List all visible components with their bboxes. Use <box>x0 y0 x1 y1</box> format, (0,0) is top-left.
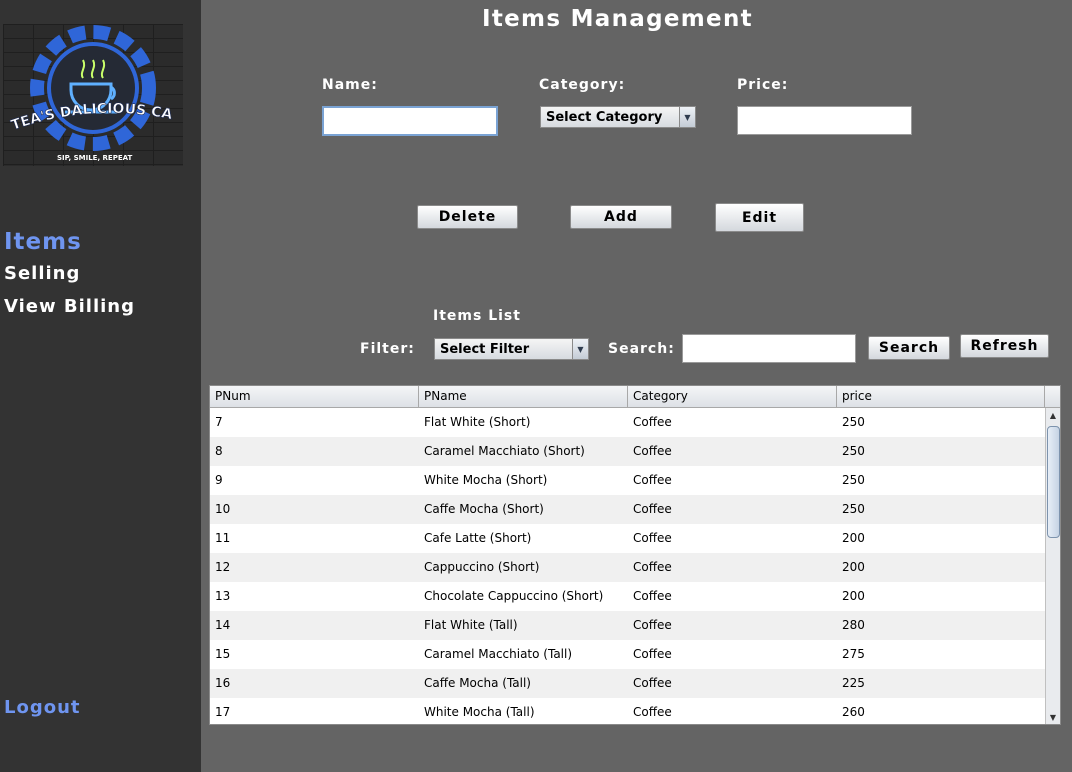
cell-pnum: 16 <box>215 676 231 690</box>
price-label: Price: <box>737 77 789 93</box>
search-input[interactable] <box>682 334 856 363</box>
cell-price: 200 <box>842 589 865 603</box>
items-table[interactable]: PNum PName Category price 7 Flat White (… <box>209 385 1061 725</box>
table-row[interactable]: 9 White Mocha (Short) Coffee 250 <box>210 466 1045 495</box>
cell-pnum: 12 <box>215 560 231 574</box>
cell-pname: Cappuccino (Short) <box>424 560 540 574</box>
refresh-button[interactable]: Refresh <box>960 334 1049 358</box>
cell-pnum: 7 <box>215 415 223 429</box>
cell-price: 200 <box>842 560 865 574</box>
table-row[interactable]: 10 Caffe Mocha (Short) Coffee 250 <box>210 495 1045 524</box>
nav-view-billing[interactable]: View Billing <box>4 296 135 317</box>
cell-pname: Caffe Mocha (Tall) <box>424 676 531 690</box>
page-title: Items Management <box>482 6 753 32</box>
cell-price: 275 <box>842 647 865 661</box>
nav-items[interactable]: Items <box>4 229 82 255</box>
name-input[interactable] <box>322 106 498 136</box>
search-button[interactable]: Search <box>868 336 950 360</box>
cell-pnum: 11 <box>215 531 231 545</box>
cell-category: Coffee <box>633 589 672 603</box>
table-header: PNum PName Category price <box>210 386 1060 408</box>
cell-price: 200 <box>842 531 865 545</box>
table-row[interactable]: 17 White Mocha (Tall) Coffee 260 <box>210 698 1045 724</box>
cell-category: Coffee <box>633 531 672 545</box>
filter-dropdown[interactable]: Select Filter ▼ <box>434 338 589 360</box>
nav-selling[interactable]: Selling <box>4 263 80 284</box>
cell-pname: White Mocha (Short) <box>424 473 548 487</box>
edit-button[interactable]: Edit <box>715 203 804 232</box>
cell-category: Coffee <box>633 473 672 487</box>
table-row[interactable]: 13 Chocolate Cappuccino (Short) Coffee 2… <box>210 582 1045 611</box>
cell-category: Coffee <box>633 415 672 429</box>
arrow-down-icon[interactable]: ▼ <box>1046 710 1060 724</box>
logo-graphic: TEA'S DALICIOUS CAFE SIP, SMILE, REPEAT <box>3 24 174 162</box>
filter-label: Filter: <box>360 341 415 357</box>
header-corner <box>1045 386 1060 407</box>
table-row[interactable]: 8 Caramel Macchiato (Short) Coffee 250 <box>210 437 1045 466</box>
table-body: 7 Flat White (Short) Coffee 250 8 Carame… <box>210 408 1045 724</box>
table-row[interactable]: 16 Caffe Mocha (Tall) Coffee 225 <box>210 669 1045 698</box>
table-row[interactable]: 15 Caramel Macchiato (Tall) Coffee 275 <box>210 640 1045 669</box>
cell-pname: Cafe Latte (Short) <box>424 531 532 545</box>
cell-category: Coffee <box>633 502 672 516</box>
cell-pname: Flat White (Tall) <box>424 618 518 632</box>
items-list-title: Items List <box>433 308 521 324</box>
cell-pname: Chocolate Cappuccino (Short) <box>424 589 604 603</box>
table-row[interactable]: 12 Cappuccino (Short) Coffee 200 <box>210 553 1045 582</box>
cell-pname: Flat White (Short) <box>424 415 531 429</box>
cell-price: 280 <box>842 618 865 632</box>
cell-pnum: 14 <box>215 618 231 632</box>
cell-category: Coffee <box>633 560 672 574</box>
add-button[interactable]: Add <box>570 205 672 229</box>
column-header-pname[interactable]: PName <box>419 386 628 407</box>
cell-category: Coffee <box>633 618 672 632</box>
cell-price: 250 <box>842 502 865 516</box>
cell-pnum: 15 <box>215 647 231 661</box>
category-label: Category: <box>539 77 626 93</box>
cell-category: Coffee <box>633 444 672 458</box>
cell-pnum: 17 <box>215 705 231 719</box>
filter-selected: Select Filter <box>440 341 530 357</box>
cell-price: 225 <box>842 676 865 690</box>
cell-price: 260 <box>842 705 865 719</box>
scroll-thumb[interactable] <box>1047 426 1060 538</box>
table-row[interactable]: 7 Flat White (Short) Coffee 250 <box>210 408 1045 437</box>
chevron-down-icon[interactable]: ▼ <box>679 107 695 127</box>
table-scrollbar[interactable]: ▲ ▼ <box>1045 408 1060 724</box>
cell-pnum: 10 <box>215 502 231 516</box>
column-header-category[interactable]: Category <box>628 386 837 407</box>
cell-pname: Caramel Macchiato (Short) <box>424 444 585 458</box>
sidebar: TEA'S DALICIOUS CAFE SIP, SMILE, REPEAT … <box>0 0 201 772</box>
name-label: Name: <box>322 77 378 93</box>
column-header-pnum[interactable]: PNum <box>210 386 419 407</box>
cafe-logo: TEA'S DALICIOUS CAFE SIP, SMILE, REPEAT <box>3 24 183 166</box>
cell-category: Coffee <box>633 647 672 661</box>
price-input[interactable] <box>737 106 912 135</box>
cell-pname: Caramel Macchiato (Tall) <box>424 647 573 661</box>
table-row[interactable]: 11 Cafe Latte (Short) Coffee 200 <box>210 524 1045 553</box>
category-dropdown[interactable]: Select Category ▼ <box>540 106 696 128</box>
svg-text:SIP, SMILE, REPEAT: SIP, SMILE, REPEAT <box>57 154 132 162</box>
cell-price: 250 <box>842 444 865 458</box>
table-row[interactable]: 14 Flat White (Tall) Coffee 280 <box>210 611 1045 640</box>
arrow-up-icon[interactable]: ▲ <box>1046 408 1060 422</box>
cell-pnum: 8 <box>215 444 223 458</box>
delete-button[interactable]: Delete <box>417 205 518 229</box>
cell-pname: White Mocha (Tall) <box>424 705 535 719</box>
cell-pnum: 9 <box>215 473 223 487</box>
cell-price: 250 <box>842 473 865 487</box>
category-selected: Select Category <box>546 109 663 125</box>
column-header-price[interactable]: price <box>837 386 1045 407</box>
cell-pname: Caffe Mocha (Short) <box>424 502 544 516</box>
logout-link[interactable]: Logout <box>4 697 81 718</box>
search-label: Search: <box>608 341 675 357</box>
cell-price: 250 <box>842 415 865 429</box>
cell-pnum: 13 <box>215 589 231 603</box>
cell-category: Coffee <box>633 705 672 719</box>
cell-category: Coffee <box>633 676 672 690</box>
chevron-down-icon[interactable]: ▼ <box>572 339 588 359</box>
